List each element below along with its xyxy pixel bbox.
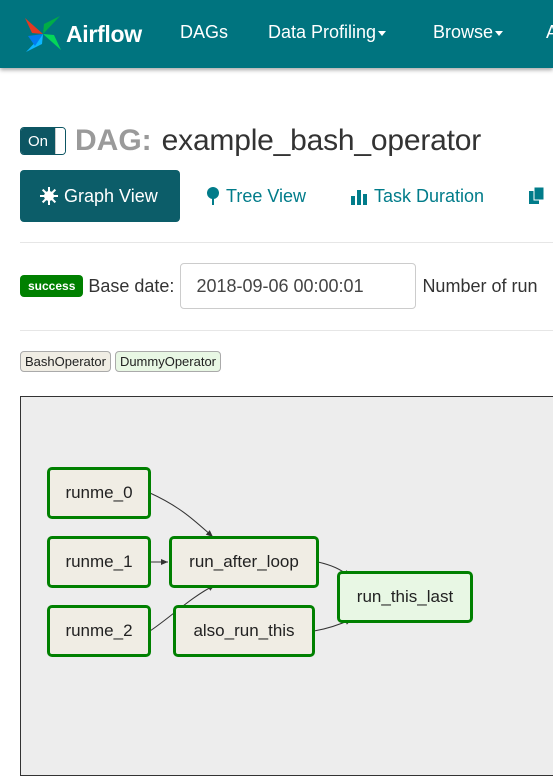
dag-pause-toggle[interactable]: On (20, 127, 66, 155)
tab-task-duration-label: Task Duration (374, 185, 485, 206)
dag-name: example_bash_operator (161, 124, 482, 157)
nav-dags[interactable]: DAGs (180, 22, 228, 43)
task-node-run-after-loop[interactable]: run_after_loop (169, 536, 319, 588)
task-node-runme-0[interactable]: runme_0 (47, 467, 151, 519)
nav-browse[interactable]: Browse (433, 22, 504, 43)
view-tabs: Graph View Tree View Task Duration (20, 170, 553, 222)
chevron-down-icon (378, 30, 387, 36)
toggle-knob (55, 128, 65, 154)
nav-browse-label: Browse (433, 22, 494, 42)
legend-dummy-operator: DummyOperator (114, 351, 222, 372)
task-node-run-this-last[interactable]: run_this_last (337, 571, 473, 623)
bar-chart-icon (350, 187, 368, 205)
status-badge: success (20, 275, 84, 297)
nav-data-profiling-label: Data Profiling (268, 22, 377, 42)
tree-icon (206, 187, 220, 205)
brand-name: Airflow (66, 20, 142, 47)
task-node-runme-1[interactable]: runme_1 (47, 536, 151, 588)
operator-legend: BashOperator DummyOperator (20, 351, 225, 372)
tab-graph-view[interactable]: Graph View (20, 170, 180, 222)
divider (20, 330, 553, 331)
dag-title-row: On DAG: example_bash_operator (20, 121, 481, 161)
gear-icon (40, 187, 58, 205)
nav-admin[interactable]: A (546, 22, 553, 43)
nav-data-profiling[interactable]: Data Profiling (268, 22, 387, 43)
num-runs-label: Number of run (422, 275, 538, 296)
tab-more[interactable] (528, 170, 552, 222)
divider (20, 242, 553, 243)
edge-runme0-run-after-loop (149, 492, 214, 538)
brand-link[interactable]: Airflow (22, 12, 142, 56)
files-icon (528, 187, 546, 205)
base-date-input[interactable] (180, 263, 417, 309)
date-controls: success Base date: Number of run (20, 262, 538, 310)
tab-tree-view[interactable]: Tree View (206, 170, 306, 222)
task-node-runme-2[interactable]: runme_2 (47, 605, 151, 657)
task-node-also-run-this[interactable]: also_run_this (173, 605, 315, 657)
toggle-on-label: On (21, 128, 55, 154)
tab-task-duration[interactable]: Task Duration (350, 170, 484, 222)
tab-graph-view-label: Graph View (64, 185, 158, 206)
pinwheel-logo-icon (25, 16, 61, 52)
chevron-down-icon (495, 30, 504, 36)
tab-tree-view-label: Tree View (226, 185, 307, 206)
legend-bash-operator: BashOperator (20, 351, 111, 372)
dag-graph-canvas[interactable]: runme_0 runme_1 runme_2 run_after_loop a… (20, 396, 553, 776)
base-date-label: Base date: (88, 275, 175, 296)
dag-title-prefix: DAG: (75, 124, 152, 157)
top-navbar: Airflow DAGs Data Profiling Browse A (0, 0, 553, 68)
